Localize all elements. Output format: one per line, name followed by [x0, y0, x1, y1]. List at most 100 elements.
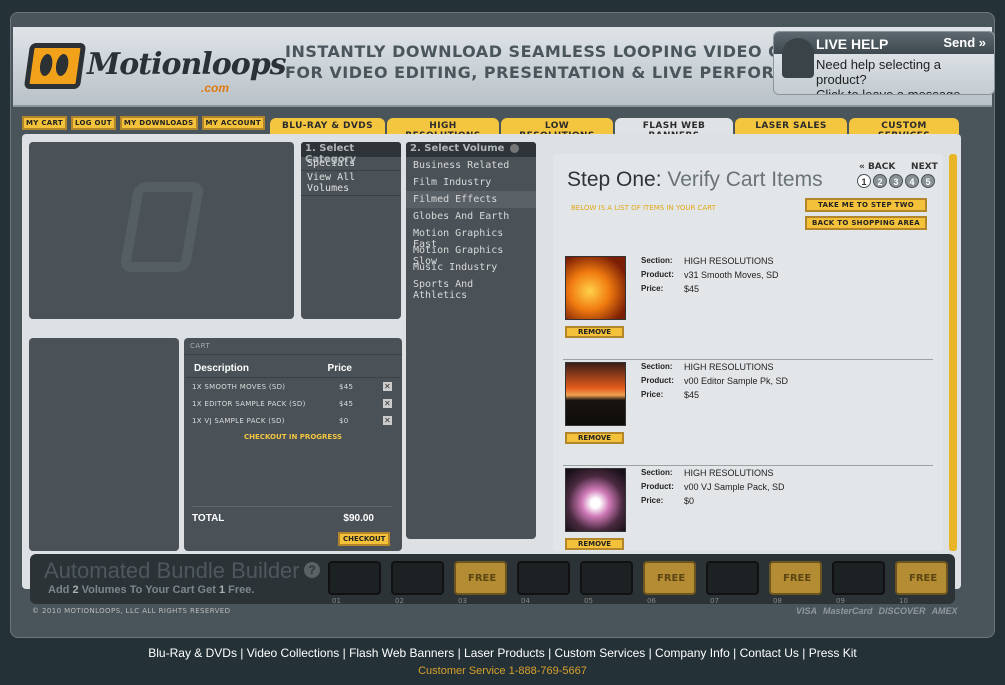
- tab-high-resolutions[interactable]: HIGH RESOLUTIONS: [387, 118, 499, 141]
- bundle-slot-08[interactable]: FREE 08: [769, 561, 822, 605]
- info-icon[interactable]: [510, 143, 520, 153]
- logo[interactable]: Motionloops .com: [21, 39, 287, 99]
- item-section-label: Section:: [641, 468, 673, 477]
- volume-item-filmed-effects[interactable]: Filmed Effects: [406, 191, 536, 208]
- step-number-5[interactable]: 5: [921, 174, 935, 188]
- bundle-slot-02[interactable]: 02: [391, 561, 444, 605]
- checkout-button[interactable]: CHECKOUT: [338, 532, 391, 546]
- step-numbers: 12345: [857, 174, 935, 188]
- slot-number: 09: [836, 597, 845, 605]
- product-thumbnail[interactable]: [565, 256, 626, 320]
- live-help-message: Need help selecting a product? Click to …: [816, 57, 965, 95]
- log-out-button[interactable]: LOG OUT: [70, 116, 116, 130]
- volume-item-film-industry[interactable]: Film Industry: [406, 174, 536, 191]
- footer-link-press-kit[interactable]: Press Kit: [809, 646, 857, 660]
- bundle-slot-09[interactable]: 09: [832, 561, 885, 605]
- item-price-value: $45: [684, 390, 700, 400]
- tab-custom-services[interactable]: CUSTOM SERVICES: [849, 118, 959, 141]
- bundle-title: Automated Bundle Builder: [44, 558, 300, 583]
- remove-x-icon[interactable]: ✕: [383, 416, 392, 425]
- remove-button[interactable]: REMOVE: [565, 538, 624, 550]
- bundle-slot-06[interactable]: FREE 06: [643, 561, 696, 605]
- tab-laser-sales[interactable]: LASER SALES: [735, 118, 847, 134]
- bundle-slot-07[interactable]: 07: [706, 561, 759, 605]
- cart-item: REMOVE Section: HIGH RESOLUTIONS Product: v3…: [563, 256, 933, 360]
- footer-link-blu-ray-dvds[interactable]: Blu-Ray & DVDs: [148, 646, 237, 660]
- footer-link-video-collections[interactable]: Video Collections: [247, 646, 340, 660]
- item-price-value: $45: [684, 284, 700, 294]
- volume-item-motion-graphics-slow[interactable]: Motion Graphics Slow: [406, 242, 536, 267]
- footer-link-flash-web-banners[interactable]: Flash Web Banners: [349, 646, 454, 660]
- tab-blu-ray-dvds[interactable]: BLU-RAY & DVDS: [270, 118, 385, 134]
- tab-low-resolutions[interactable]: LOW RESOLUTIONS: [501, 118, 613, 141]
- remove-x-icon[interactable]: ✕: [383, 399, 392, 408]
- live-help-box[interactable]: LIVE HELP Send » Need help selecting a p…: [773, 31, 995, 95]
- footer-link-laser-products[interactable]: Laser Products: [464, 646, 545, 660]
- cart-panel: CART Description Price 1X SMOOTH MOVES (…: [184, 338, 402, 551]
- cart-item: REMOVE Section: HIGH RESOLUTIONS Product: v0…: [563, 362, 933, 466]
- cart-col-price: Price: [327, 363, 352, 374]
- item-price-label: Price:: [641, 496, 664, 505]
- bundle-slot-05[interactable]: 05: [580, 561, 633, 605]
- empty-panel: [29, 338, 179, 551]
- slot-number: 02: [395, 597, 404, 605]
- bundle-slot-04[interactable]: 04: [517, 561, 570, 605]
- footer-link-contact-us[interactable]: Contact Us: [740, 646, 799, 660]
- bundle-slot-10[interactable]: FREE 10: [895, 561, 948, 605]
- free-label: FREE: [468, 573, 497, 584]
- slot-number: 08: [773, 597, 782, 605]
- discover-logo-icon: DISCOVER: [878, 606, 926, 616]
- watermark-logo-icon: [119, 182, 205, 272]
- step-number-1[interactable]: 1: [857, 174, 871, 188]
- item-product-value: v31 Smooth Moves, SD: [684, 270, 779, 280]
- bundle-slot-01[interactable]: 01: [328, 561, 381, 605]
- step-two-button[interactable]: TAKE ME TO STEP TWO: [805, 198, 927, 212]
- remove-button[interactable]: REMOVE: [565, 326, 624, 338]
- my-account-button[interactable]: MY ACCOUNT: [201, 116, 265, 130]
- step-number-2[interactable]: 2: [873, 174, 887, 188]
- send-button[interactable]: Send »: [943, 35, 986, 50]
- volume-item-music-industry[interactable]: Music Industry: [406, 259, 536, 276]
- step-number-3[interactable]: 3: [889, 174, 903, 188]
- cart-heading: CART: [184, 338, 402, 355]
- slot-number: 10: [899, 597, 908, 605]
- category-item-view-all-volumes[interactable]: View All Volumes: [301, 171, 401, 196]
- remove-button[interactable]: REMOVE: [565, 432, 624, 444]
- category-item-specials[interactable]: Specials: [301, 157, 401, 171]
- item-section-value: HIGH RESOLUTIONS: [684, 362, 774, 372]
- back-link[interactable]: « BACK: [859, 162, 895, 172]
- volume-item-motion-graphics-fast[interactable]: Motion Graphics Fast: [406, 225, 536, 250]
- scrollbar[interactable]: [949, 154, 957, 551]
- volume-item-sports-and-athletics[interactable]: Sports And Athletics: [406, 276, 536, 301]
- back-to-shopping-button[interactable]: BACK TO SHOPPING AREA: [805, 216, 927, 230]
- product-thumbnail[interactable]: [565, 468, 626, 532]
- bundle-slot-03[interactable]: FREE 03: [454, 561, 507, 605]
- cart-row: 1X VJ SAMPLE PACK (SD) $0 ✕: [184, 412, 402, 429]
- volume-item-business-related[interactable]: Business Related: [406, 157, 536, 174]
- footer-separator: |: [544, 646, 555, 660]
- product-thumbnail[interactable]: [565, 362, 626, 426]
- footer-link-company-info[interactable]: Company Info: [655, 646, 730, 660]
- cart-row: 1X EDITOR SAMPLE PACK (SD) $45 ✕: [184, 395, 402, 412]
- bundle-subtitle: Add 2 Volumes To Your Cart Get 1 Free.: [48, 584, 255, 596]
- footer-link-custom-services[interactable]: Custom Services: [555, 646, 646, 660]
- logo-text: Motionloops: [87, 47, 287, 82]
- footer-separator: |: [798, 646, 809, 660]
- category-panel: 1. Select Category Specials View All Volu…: [301, 142, 401, 319]
- item-price: Price: $45: [641, 284, 779, 298]
- my-downloads-button[interactable]: MY DOWNLOADS: [119, 116, 198, 130]
- my-cart-button[interactable]: MY CART: [22, 116, 67, 130]
- item-section-label: Section:: [641, 256, 673, 265]
- step-number-4[interactable]: 4: [905, 174, 919, 188]
- cart-total: TOTAL $90.00: [192, 506, 392, 524]
- footer-links: Blu-Ray & DVDs | Video Collections | Fla…: [0, 646, 1005, 660]
- footer-separator: |: [236, 646, 247, 660]
- bundle-builder: Automated Bundle Builder ? Add 2 Volumes…: [30, 554, 955, 605]
- payment-cards: VISA MasterCard DISCOVER AMEX: [796, 606, 958, 616]
- cart-row-price: $45: [339, 399, 354, 408]
- category-heading: 1. Select Category: [301, 142, 401, 165]
- volume-item-globes-and-earth[interactable]: Globes And Earth: [406, 208, 536, 225]
- tab-flash-web-banners[interactable]: FLASH WEB BANNERS: [615, 118, 733, 141]
- remove-x-icon[interactable]: ✕: [383, 382, 392, 391]
- help-icon[interactable]: ?: [304, 562, 320, 578]
